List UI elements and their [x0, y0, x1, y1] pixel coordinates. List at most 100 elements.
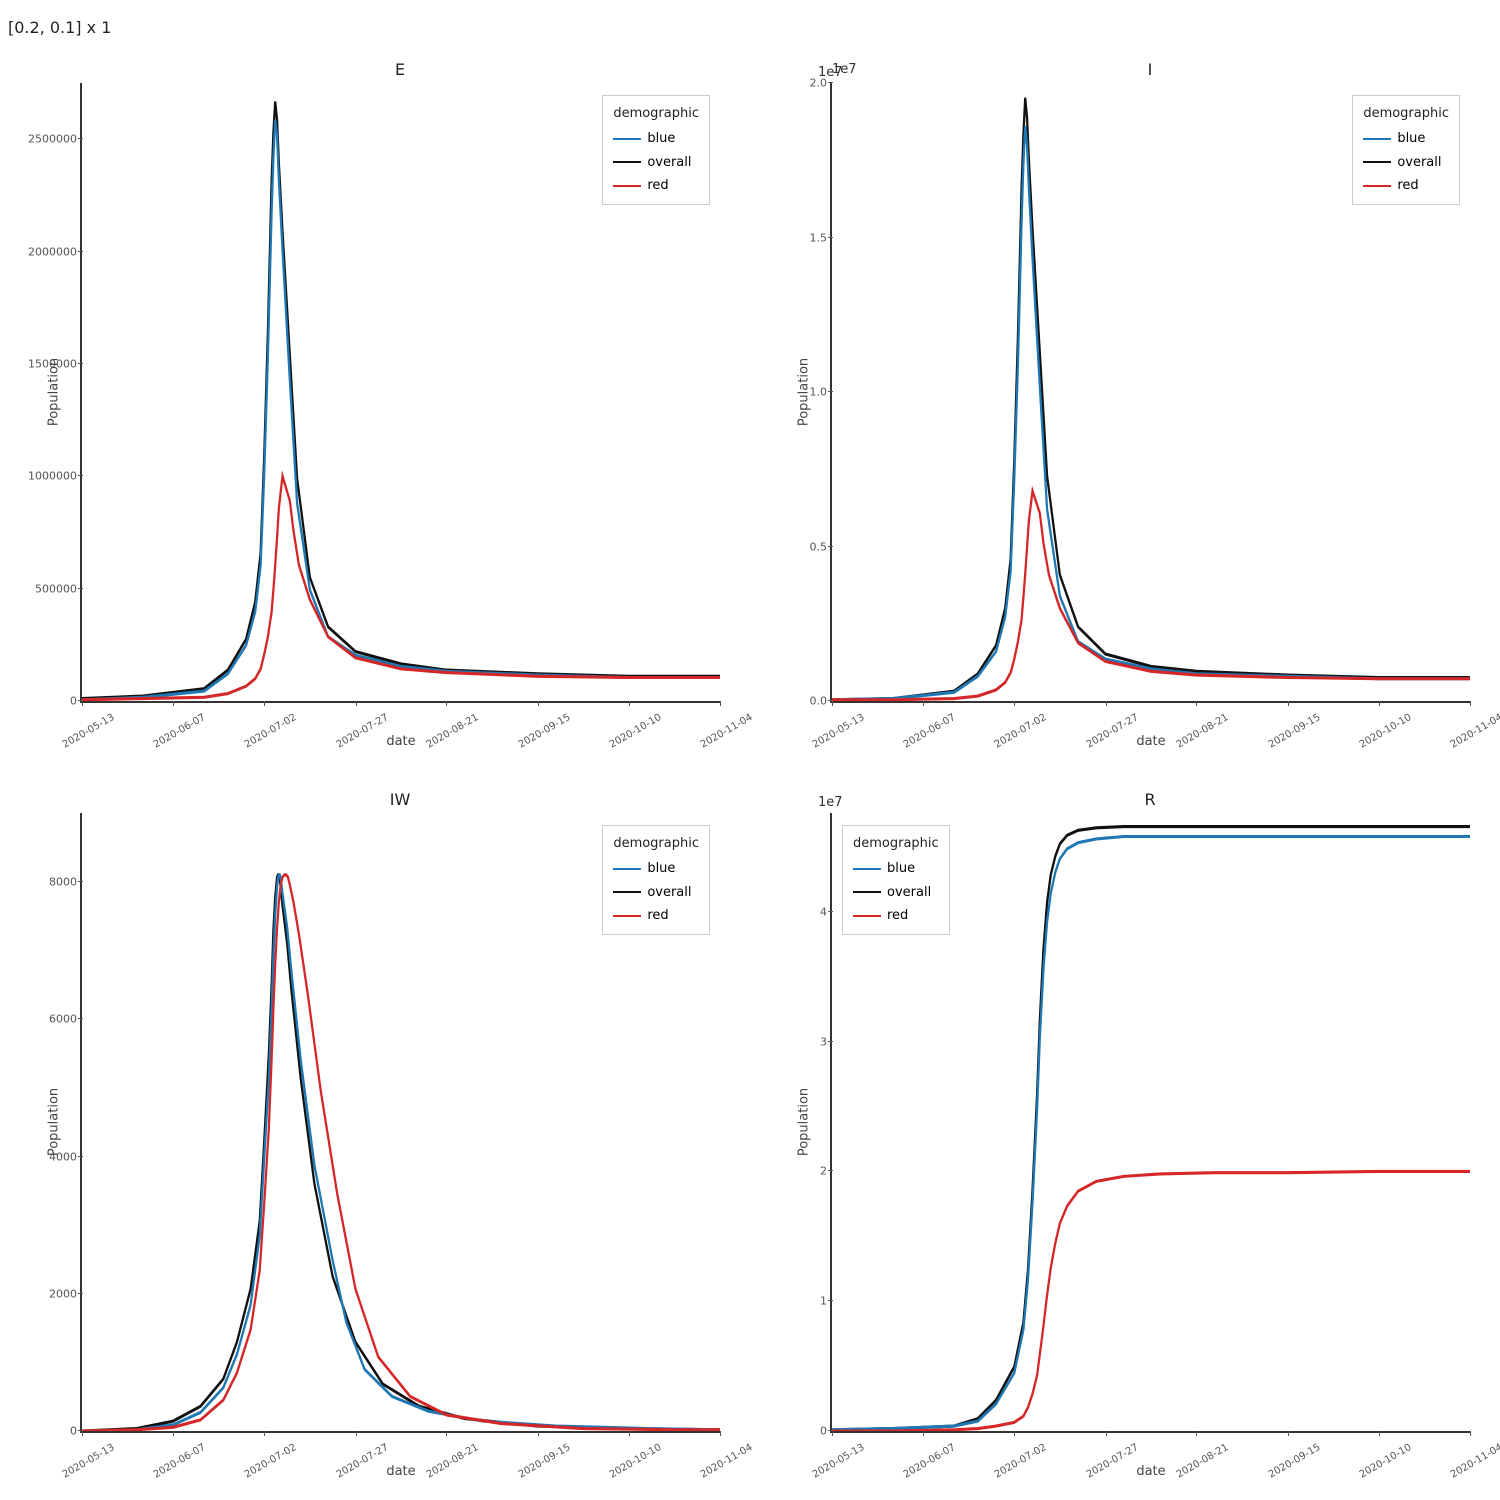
chart-E-area: Population date 0 500000 1000000 1500000…	[80, 83, 720, 703]
xtick-label: 2020-07-27	[334, 1442, 390, 1481]
xtick	[923, 1431, 924, 1436]
xtick-label: 2020-07-27	[1084, 712, 1140, 751]
xtick	[1014, 701, 1015, 706]
legend-title-I: demographic	[1363, 102, 1449, 125]
xtick-label: 2020-06-07	[152, 712, 208, 751]
xtick-label: 2020-05-13	[811, 712, 867, 751]
legend-line-red-I	[1363, 185, 1391, 187]
xtick-label: 2020-09-15	[516, 1442, 572, 1481]
chart-E-title: E	[80, 60, 720, 79]
ytick-label: 0	[820, 1425, 827, 1438]
chart-R-ylabel: Population	[797, 1088, 812, 1156]
curve-R-red	[832, 1171, 1470, 1431]
ytick-label: 0.5	[810, 540, 828, 553]
xtick	[82, 1431, 83, 1436]
chart-R: R Population date 1e7 0 1 2 3 4 2020-05-…	[750, 770, 1500, 1500]
xtick-label: 2020-08-21	[1175, 712, 1231, 751]
legend-title-IW: demographic	[613, 832, 699, 855]
legend-label-red-R: red	[887, 904, 908, 927]
xtick	[173, 1431, 174, 1436]
xtick-label: 2020-07-27	[1084, 1442, 1140, 1481]
xtick	[264, 1431, 265, 1436]
xtick	[832, 701, 833, 706]
xtick-label: 2020-08-21	[425, 712, 481, 751]
legend-item-overall-I: overall	[1363, 151, 1449, 174]
xtick-label: 2020-05-13	[811, 1442, 867, 1481]
xtick-label: 2020-07-02	[243, 712, 299, 751]
legend-line-red-IW	[613, 915, 641, 917]
xtick	[1379, 701, 1380, 706]
xtick-label: 2020-08-21	[425, 1442, 481, 1481]
legend-line-blue-IW	[613, 868, 641, 870]
xtick	[629, 701, 630, 706]
xtick-label: 2020-11-04	[1449, 1442, 1500, 1481]
legend-item-red-R: red	[853, 904, 939, 927]
legend-label-blue-IW: blue	[647, 857, 675, 880]
ytick-label: 3	[820, 1035, 827, 1048]
ytick-label: 4	[820, 905, 827, 918]
chart-R-xlabel: date	[1136, 1464, 1165, 1479]
legend-line-blue-I	[1363, 138, 1391, 140]
xtick-label: 2020-09-15	[1266, 1442, 1322, 1481]
ytick-label: 0	[70, 695, 77, 708]
chart-E-xlabel: date	[386, 734, 415, 749]
xtick	[173, 701, 174, 706]
xtick	[720, 701, 721, 706]
chart-E: E Population date 0 500000 1000000 15000…	[0, 40, 750, 770]
legend-line-red-R	[853, 915, 881, 917]
xtick-label: 2020-09-15	[516, 712, 572, 751]
chart-R-legend: demographic blue overall red	[842, 825, 950, 935]
xtick	[446, 701, 447, 706]
xtick-label: 2020-06-07	[152, 1442, 208, 1481]
ytick-label: 6000	[49, 1012, 77, 1025]
legend-item-red-I: red	[1363, 174, 1449, 197]
legend-label-blue: blue	[647, 127, 675, 150]
curve-IW-red	[82, 875, 720, 1431]
ytick-label: 2	[820, 1165, 827, 1178]
ytick-label: 4000	[49, 1150, 77, 1163]
chart-IW: IW Population date 0 2000 4000 6000 8000…	[0, 770, 750, 1500]
legend-item-red: red	[613, 174, 699, 197]
chart-IW-title: IW	[80, 790, 720, 809]
chart-R-area: Population date 1e7 0 1 2 3 4 2020-05-13…	[830, 813, 1470, 1433]
xtick	[1106, 701, 1107, 706]
ytick-label: 1500000	[28, 358, 77, 371]
chart-IW-ylabel: Population	[47, 1088, 62, 1156]
xtick	[446, 1431, 447, 1436]
ytick-label: 1000000	[28, 470, 77, 483]
curve-IW-blue	[82, 875, 720, 1431]
ytick-label: 2500000	[28, 133, 77, 146]
legend-item-overall-IW: overall	[613, 881, 699, 904]
xtick-label: 2020-09-15	[1266, 712, 1322, 751]
legend-title: demographic	[613, 102, 699, 125]
legend-line-blue-R	[853, 868, 881, 870]
xtick	[832, 1431, 833, 1436]
ytick-label: 500000	[35, 582, 77, 595]
xtick-label: 2020-07-27	[334, 712, 390, 751]
xtick-label: 2020-08-21	[1175, 1442, 1231, 1481]
ytick-label: 1	[820, 1295, 827, 1308]
xtick	[538, 1431, 539, 1436]
chart-R-exp-label: 1e7	[818, 795, 843, 810]
chart-IW-area: Population date 0 2000 4000 6000 8000 20…	[80, 813, 720, 1433]
legend-line-red	[613, 185, 641, 187]
legend-label-red-I: red	[1397, 174, 1418, 197]
xtick	[1470, 1431, 1471, 1436]
xtick	[720, 1431, 721, 1436]
xtick	[629, 1431, 630, 1436]
legend-line-blue	[613, 138, 641, 140]
xtick-label: 2020-07-02	[243, 1442, 299, 1481]
chart-I-area: Population date 1e7 0.0 0.5 1.0 1.5 2.0 …	[830, 83, 1470, 703]
legend-item-blue-R: blue	[853, 857, 939, 880]
chart-I-xlabel: date	[1136, 734, 1165, 749]
xtick-label: 2020-10-10	[607, 712, 663, 751]
xtick	[1014, 1431, 1015, 1436]
xtick	[356, 1431, 357, 1436]
xtick-label: 2020-11-04	[699, 712, 755, 751]
xtick-label: 2020-05-13	[61, 1442, 117, 1481]
legend-item-overall: overall	[613, 151, 699, 174]
xtick-label: 2020-06-07	[902, 1442, 958, 1481]
legend-line-overall-IW	[613, 891, 641, 893]
chart-E-legend: demographic blue overall red	[602, 95, 710, 205]
xtick-label: 2020-06-07	[902, 712, 958, 751]
